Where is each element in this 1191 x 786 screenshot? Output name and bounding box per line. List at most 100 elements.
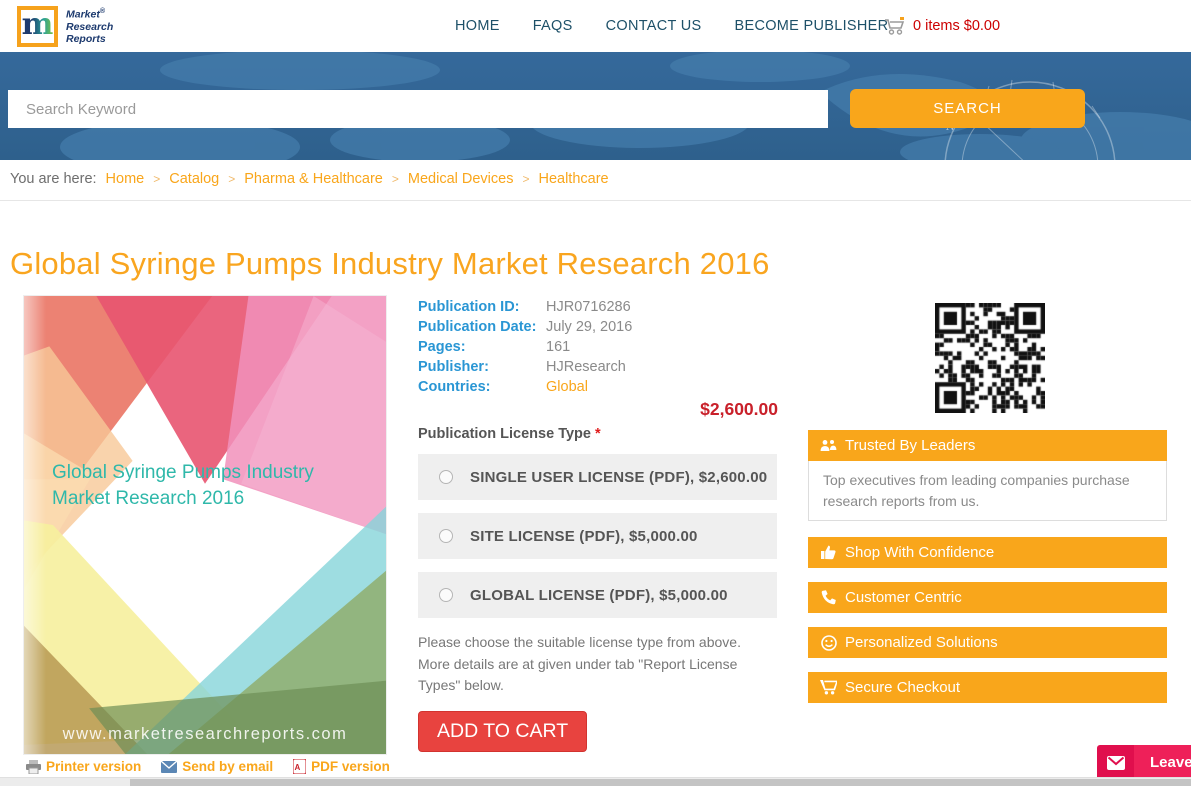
detail-row: Publication ID: HJR0716286: [418, 299, 778, 316]
trusted-by-leaders-label: Trusted By Leaders: [845, 437, 976, 454]
svg-text:A: A: [295, 763, 301, 772]
publisher-label: Publisher:: [418, 358, 489, 375]
horizontal-scrollbar[interactable]: [0, 777, 1191, 786]
detail-row: Publication Date: July 29, 2016: [418, 318, 778, 336]
nav-item-home[interactable]: HOME: [455, 18, 500, 34]
license-option-label: GLOBAL LICENSE (PDF), $5,000.00: [470, 586, 728, 604]
publication-details: Publication ID: HJR0716286 Publication Da…: [418, 299, 778, 400]
report-action-links: Printer version Send by email A PDF vers…: [26, 759, 390, 774]
breadcrumb-prefix: You are here:: [10, 171, 97, 187]
printer-version-label: Printer version: [46, 759, 142, 774]
logo-mark-icon: m: [17, 6, 58, 47]
trusted-by-leaders-description: Top executives from leading companies pu…: [808, 461, 1167, 521]
radio-button[interactable]: [439, 470, 453, 484]
publication-id-label: Publication ID:: [418, 299, 520, 315]
cover-title-line1: Global Syringe Pumps Industry: [52, 462, 314, 483]
logo-line1: Market: [66, 8, 100, 21]
breadcrumb-healthcare[interactable]: Healthcare: [538, 171, 608, 187]
divider: [0, 200, 1191, 201]
breadcrumb-catalog[interactable]: Catalog: [169, 171, 219, 187]
cover-spine: [24, 296, 46, 754]
breadcrumb-separator: >: [522, 172, 530, 186]
chat-label: Leave: [1134, 745, 1191, 780]
thumbs-up-icon: [820, 544, 837, 561]
phone-icon: [820, 589, 837, 606]
detail-row: Publisher: HJResearch: [418, 358, 778, 376]
printer-icon: [26, 759, 41, 774]
live-chat-widget[interactable]: Leave: [1097, 745, 1191, 780]
trusted-by-leaders-banner: Trusted By Leaders: [808, 430, 1167, 461]
search-input[interactable]: [8, 90, 828, 128]
breadcrumb-separator: >: [391, 172, 399, 186]
page: m Market® Research Reports HOME FAQS CON…: [0, 0, 1191, 786]
countries-value-link[interactable]: Global: [546, 379, 588, 396]
pages-value: 161: [546, 338, 571, 355]
breadcrumb-pharma-healthcare[interactable]: Pharma & Healthcare: [244, 171, 383, 187]
secure-checkout-banner: Secure Checkout: [808, 672, 1167, 703]
scrollbar-thumb[interactable]: [130, 779, 1191, 786]
publication-id-value: HJR0716286: [546, 299, 631, 315]
cover-title-line2: Market Research 2016: [52, 487, 245, 509]
pdf-version-label: PDF version: [311, 759, 390, 774]
shop-with-confidence-label: Shop With Confidence: [845, 544, 995, 561]
breadcrumb-home[interactable]: Home: [106, 171, 145, 187]
cart-count-text: 0 items $0.00: [913, 18, 1001, 34]
nav-item-become-publisher[interactable]: BECOME PUBLISHER: [735, 18, 889, 34]
nav-item-faqs[interactable]: FAQS: [533, 18, 573, 34]
header: m Market® Research Reports HOME FAQS CON…: [0, 0, 1191, 52]
license-option-global[interactable]: GLOBAL LICENSE (PDF), $5,000.00: [418, 572, 777, 618]
cart-link[interactable]: 0 items $0.00: [884, 0, 1000, 52]
logo-text: Market® Research Reports: [66, 8, 113, 46]
smiley-icon: [820, 634, 837, 651]
publication-date-label: Publication Date:: [418, 318, 537, 335]
license-heading-text: Publication License Type: [418, 426, 595, 442]
license-option-site[interactable]: SITE LICENSE (PDF), $5,000.00: [418, 513, 777, 559]
publisher-value: HJResearch: [546, 358, 626, 375]
logo-letter: m: [21, 6, 54, 42]
pdf-version-link[interactable]: A PDF version: [293, 759, 390, 774]
shop-with-confidence-banner: Shop With Confidence: [808, 537, 1167, 568]
nav-item-contact-us[interactable]: CONTACT US: [606, 18, 702, 34]
radio-button[interactable]: [439, 588, 453, 602]
customer-centric-label: Customer Centric: [845, 589, 962, 606]
license-option-label: SITE LICENSE (PDF), $5,000.00: [470, 527, 698, 545]
logo-line3: Reports: [66, 32, 106, 45]
qr-code-image: [935, 303, 1045, 413]
send-by-email-link[interactable]: Send by email: [161, 759, 273, 774]
price: $2,600.00: [700, 399, 778, 419]
users-icon: [820, 437, 837, 454]
cover-title: Global Syringe Pumps Industry Market Res…: [52, 460, 314, 511]
countries-label: Countries:: [418, 378, 491, 395]
detail-row: Countries: Global: [418, 378, 778, 396]
breadcrumb-separator: >: [228, 172, 236, 186]
site-logo[interactable]: m Market® Research Reports: [17, 6, 113, 47]
radio-button[interactable]: [439, 529, 453, 543]
email-icon: [161, 760, 178, 773]
envelope-icon: [1097, 745, 1134, 780]
breadcrumb-medical-devices[interactable]: Medical Devices: [408, 171, 514, 187]
registered-mark: ®: [99, 7, 106, 15]
report-cover-image: Global Syringe Pumps Industry Market Res…: [24, 296, 386, 754]
license-note: Please choose the suitable license type …: [418, 634, 741, 694]
license-type-heading: Publication License Type *: [418, 426, 601, 442]
printer-version-link[interactable]: Printer version: [26, 759, 141, 774]
cart-icon: [820, 679, 837, 696]
pdf-icon: A: [293, 759, 307, 774]
main-nav: HOME FAQS CONTACT US BECOME PUBLISHER: [455, 0, 888, 52]
search-button[interactable]: SEARCH: [850, 89, 1085, 128]
personalized-solutions-banner: Personalized Solutions: [808, 627, 1167, 658]
required-asterisk: *: [595, 426, 601, 442]
publication-date-value: July 29, 2016: [546, 318, 633, 335]
license-option-single-user[interactable]: SINGLE USER LICENSE (PDF), $2,600.00: [418, 454, 777, 500]
cover-website-url: www.marketresearchreports.com: [62, 725, 348, 743]
license-option-label: SINGLE USER LICENSE (PDF), $2,600.00: [470, 468, 768, 486]
cart-icon: [884, 17, 906, 35]
secure-checkout-label: Secure Checkout: [845, 679, 961, 696]
breadcrumb: You are here: Home > Catalog > Pharma & …: [10, 171, 609, 187]
search-banner: N SEARCH: [0, 52, 1191, 160]
page-title: Global Syringe Pumps Industry Market Res…: [10, 246, 770, 281]
detail-row: Pages: 161: [418, 338, 778, 356]
add-to-cart-button[interactable]: ADD TO CART: [418, 711, 588, 752]
pages-label: Pages:: [418, 338, 466, 355]
send-by-email-label: Send by email: [182, 759, 274, 774]
